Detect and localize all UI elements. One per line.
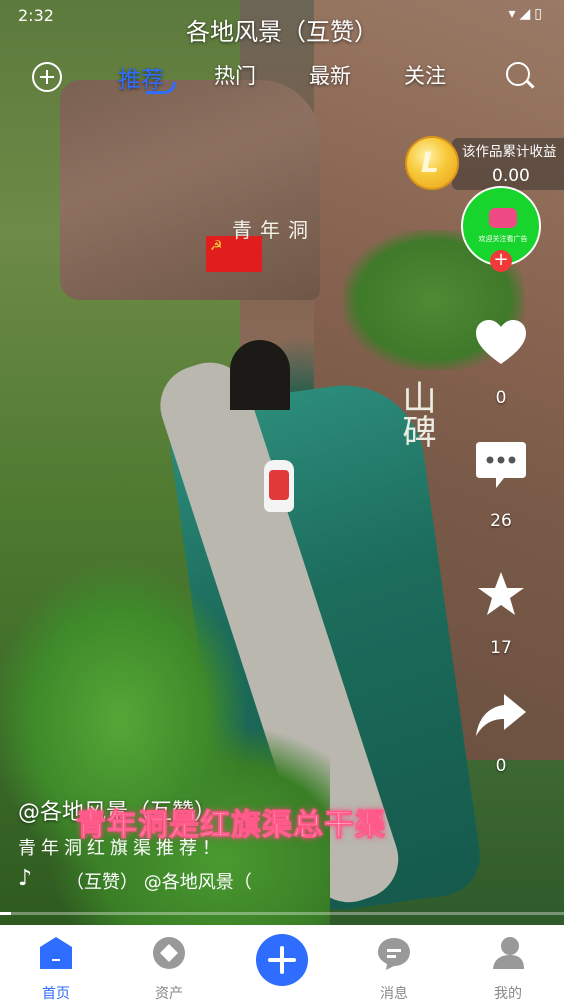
add-icon[interactable] [256,934,308,986]
cliff-inscription: 山碑 [396,380,436,448]
video-description: 青年洞红旗渠推荐！ [18,838,225,859]
like-count: 0 [495,388,507,408]
share-button[interactable] [474,690,528,740]
comment-button[interactable] [474,440,528,490]
music-note-icon: ♪ [18,866,33,891]
boat [264,460,294,512]
favorite-count: 17 [490,638,512,658]
music-row[interactable]: ♪ （互赞） @各地风景（ [18,866,378,894]
like-button[interactable] [474,318,528,368]
message-icon [378,938,410,970]
nav-profile-label: 我的 [494,986,522,1002]
top-nav: 推荐 热门 最新 关注 [0,56,564,100]
cave-inscription: 青年洞 [232,218,316,242]
tab-latest[interactable]: 最新 [309,60,351,90]
channel-title: 各地风景（互赞） [186,18,378,46]
comment-count: 26 [490,511,512,531]
star-icon [478,572,524,615]
cave-rock [60,80,320,300]
tab-hot[interactable]: 热门 [214,60,256,90]
add-circle-icon[interactable] [32,62,62,92]
avatar-logo [489,208,517,228]
heart-icon [476,320,526,364]
tunnel-entrance [230,340,290,410]
share-count: 0 [495,756,507,776]
comment-icon [476,442,526,488]
coin-icon[interactable] [405,136,459,190]
nav-messages-label: 消息 [380,986,408,1002]
share-arrow-icon [476,694,526,736]
active-tab-indicator [146,82,176,94]
search-icon[interactable] [506,62,530,86]
avatar-text: 欢迎关注看广告 [478,235,528,243]
earnings-label: 该作品累计收益 [462,144,557,160]
earnings-value: 0.00 [492,166,530,186]
asset-icon [153,937,185,969]
tab-following[interactable]: 关注 [404,60,446,90]
profile-icon [493,937,524,969]
progress-fill [0,912,12,915]
nav-home-label: 首页 [42,986,70,1002]
favorite-button[interactable] [474,570,528,620]
home-icon [40,937,72,969]
music-text: （互赞） @各地风景（ [66,872,252,893]
nav-assets-label: 资产 [155,986,183,1002]
video-progress[interactable] [0,912,564,915]
follow-button[interactable]: + [490,250,512,272]
